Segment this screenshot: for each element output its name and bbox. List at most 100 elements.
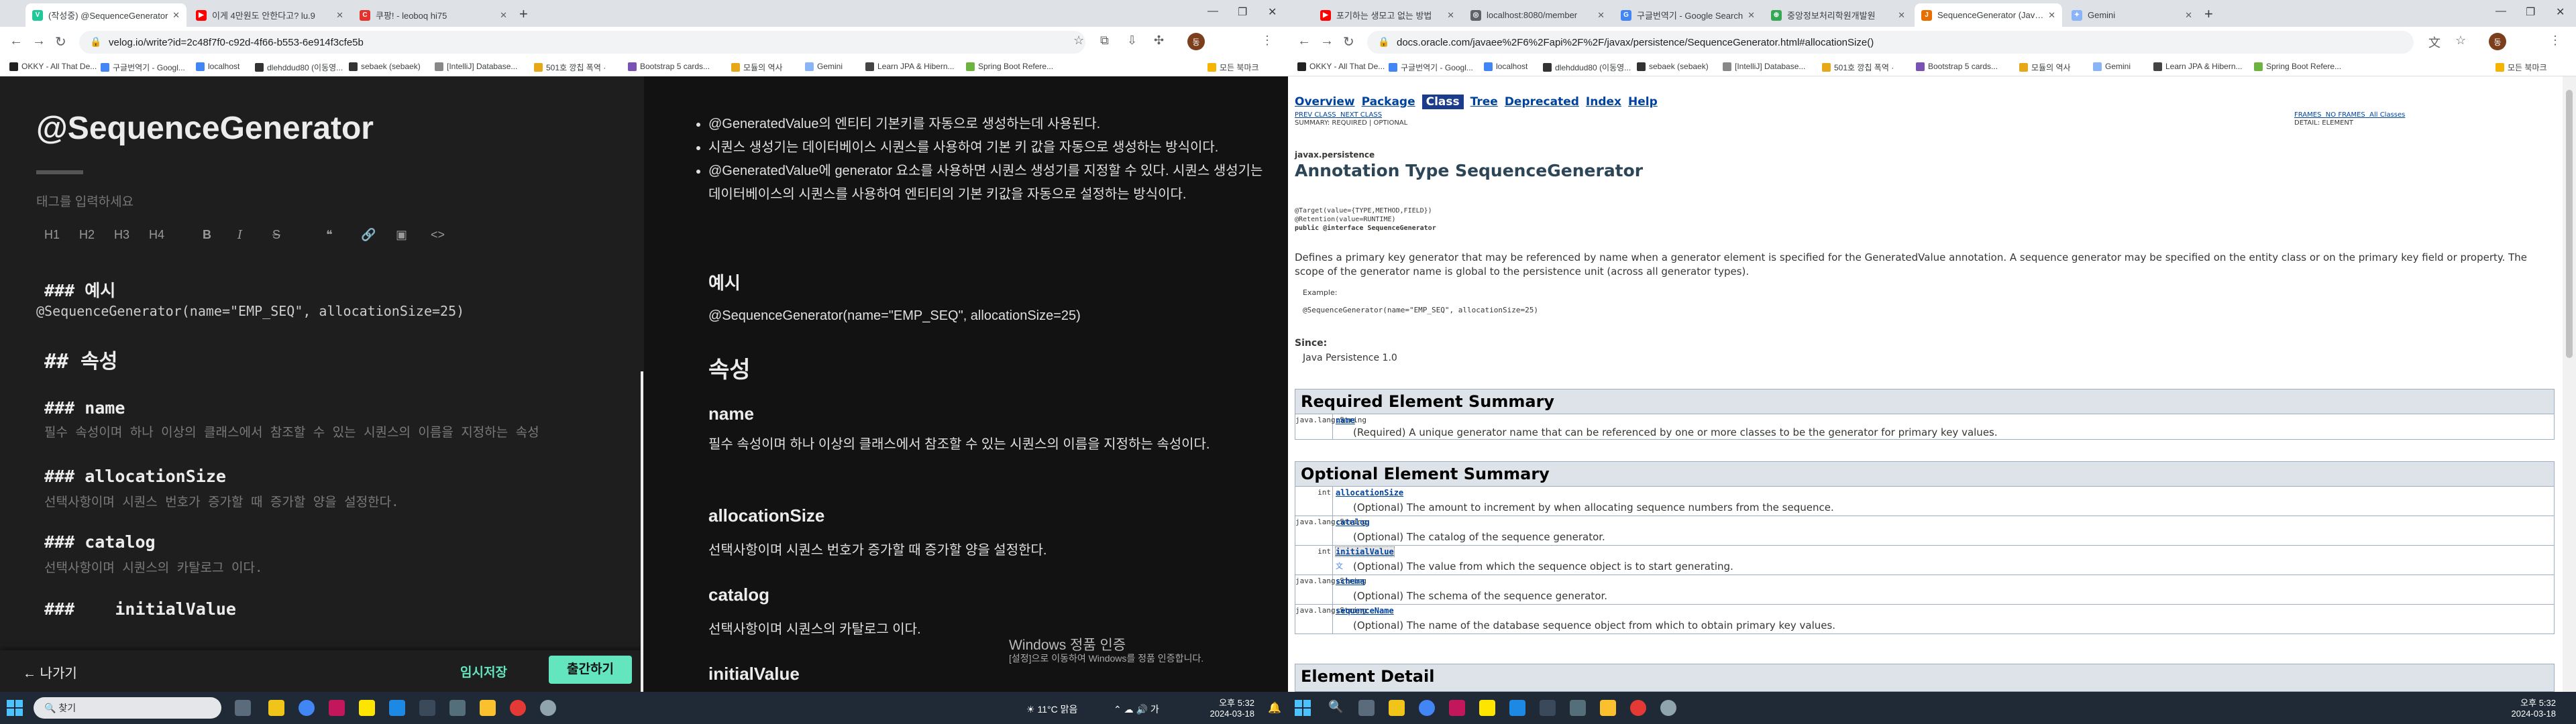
bookmark-item[interactable]: Gemini — [805, 62, 843, 71]
intellij-icon[interactable] — [1449, 700, 1465, 716]
back-icon[interactable]: ← — [1297, 34, 1311, 49]
post-title-input[interactable]: @SequenceGenerator — [36, 110, 374, 147]
kakaotalk-icon[interactable] — [359, 700, 375, 716]
extension-icon[interactable]: ⧉ — [1100, 34, 1109, 48]
frames-link[interactable]: FRAMES — [2294, 111, 2321, 119]
close-icon[interactable]: ✕ — [2185, 10, 2192, 21]
bookmark-item[interactable]: sebaek (sebaek) — [349, 62, 421, 71]
element-link[interactable]: catalog — [1336, 518, 1370, 527]
kakaotalk-icon[interactable] — [1479, 700, 1495, 716]
close-icon[interactable]: ✕ — [1748, 10, 1755, 21]
heading1-button[interactable]: H1 — [44, 228, 79, 242]
close-icon[interactable]: ✕ — [500, 10, 507, 21]
app-icon[interactable] — [1540, 700, 1556, 716]
tab[interactable]: G 구글번역기 - Google Search ✕ — [1614, 3, 1762, 27]
chrome-icon[interactable] — [299, 700, 315, 716]
notification-icon[interactable]: 🔔 — [1268, 701, 1281, 715]
heading4-button[interactable]: H4 — [149, 228, 203, 242]
element-link[interactable]: initialValue — [1335, 546, 1395, 557]
forward-icon[interactable]: → — [32, 34, 46, 49]
avatar[interactable]: 동 — [1187, 33, 1205, 50]
tab[interactable]: ▶ 포기하는 생모고 없는 방법 ✕ — [1313, 3, 1461, 27]
search-icon[interactable]: 🔍 — [1328, 700, 1343, 714]
bookmark-item[interactable]: Spring Boot Refere... — [966, 62, 1053, 71]
avatar[interactable]: 동 — [2489, 33, 2506, 50]
tab-velog[interactable]: V (작성중) @SequenceGenerator ✕ — [25, 3, 186, 27]
bookmark-item[interactable]: 모듈의 역사 — [2019, 62, 2071, 73]
star-icon[interactable]: ☆ — [2455, 34, 2466, 48]
new-tab-button[interactable]: + — [2204, 5, 2213, 23]
task-view-icon[interactable] — [1358, 700, 1375, 716]
link-button[interactable]: 🔗 — [361, 228, 396, 242]
app-icon[interactable] — [419, 700, 435, 716]
windows-start-icon[interactable] — [7, 700, 23, 716]
element-link[interactable]: name — [1336, 416, 1355, 425]
media-icon[interactable] — [510, 700, 526, 716]
menu-icon[interactable]: ⋮ — [1261, 34, 1273, 48]
nav-overview[interactable]: Overview — [1295, 95, 1355, 109]
bookmark-item[interactable]: 501호 깡칩 폭역 · — [534, 62, 606, 73]
close-icon[interactable]: ✕ — [1898, 10, 1905, 21]
bookmark-item[interactable]: 모듈의 역사 — [731, 62, 783, 73]
media-icon[interactable] — [1630, 700, 1646, 716]
app-icon[interactable] — [1570, 700, 1586, 716]
nav-help[interactable]: Help — [1628, 95, 1658, 109]
clock[interactable]: 오후 5:32 2024-03-18 — [1201, 696, 1255, 719]
translate-icon[interactable]: 文 — [2428, 34, 2440, 51]
address-bar[interactable]: 🔒 velog.io/write?id=2c48f7f0-c92d-4f66-b… — [79, 31, 1085, 54]
tray-icons[interactable]: ⌃ ☁ 🔊 가 — [1114, 703, 1159, 716]
next-class-link[interactable]: NEXT CLASS — [1340, 111, 1382, 119]
tab-coupang[interactable]: C 쿠팡! - leoboq hi75 ✕ — [353, 3, 514, 27]
page-scrollbar[interactable] — [2563, 76, 2576, 692]
weather-widget[interactable]: ☀ 11°C 맑음 — [1026, 703, 1077, 716]
app-icon[interactable] — [540, 700, 556, 716]
strikethrough-button[interactable]: S — [272, 228, 326, 242]
tab-youtube[interactable]: ▶ 이게 4만원도 안한다고? lu.9 ✕ — [189, 3, 350, 27]
bookmark-item[interactable]: Gemini — [2093, 62, 2131, 71]
bookmark-item[interactable]: dlehddud80 (이동영... — [1543, 62, 1631, 73]
new-tab-button[interactable]: + — [519, 5, 528, 23]
close-icon[interactable]: ✕ — [1447, 10, 1454, 21]
bookmark-item[interactable]: 501호 깡칩 폭역 · — [1822, 62, 1894, 73]
bookmark-item[interactable]: Bootstrap 5 cards... — [1916, 62, 1998, 71]
translate-popup-icon[interactable]: 文 — [1336, 560, 1343, 571]
italic-button[interactable]: I — [237, 228, 272, 242]
clock[interactable]: 오후 5:32 2024-03-18 — [2502, 696, 2557, 719]
download-icon[interactable]: ⇩ — [1127, 34, 1137, 48]
intellij-icon[interactable] — [329, 700, 345, 716]
all-classes-link[interactable]: All Classes — [2369, 111, 2405, 119]
bold-button[interactable]: B — [203, 228, 237, 242]
minimize-icon[interactable]: — — [2496, 5, 2506, 17]
summary-links[interactable]: SUMMARY: REQUIRED | OPTIONAL — [1295, 119, 1407, 127]
quote-button[interactable]: ❝ — [326, 228, 361, 242]
no-frames-link[interactable]: NO FRAMES — [2326, 111, 2365, 119]
all-bookmarks[interactable]: 모든 북마크 — [1208, 62, 1259, 73]
bookmark-item[interactable]: [IntelliJ] Database... — [435, 62, 517, 71]
element-link[interactable]: sequenceName — [1336, 606, 1394, 615]
codeblock-button[interactable]: <> — [431, 228, 466, 242]
bookmark-item[interactable]: OKKY - All That De... — [9, 62, 97, 71]
app-icon[interactable] — [480, 700, 496, 716]
bookmark-item[interactable]: 구글번역기 - Googl... — [1389, 62, 1473, 73]
maximize-icon[interactable]: ❐ — [2526, 5, 2535, 19]
bookmark-item[interactable]: sebaek (sebaek) — [1637, 62, 1709, 71]
image-button[interactable]: ▣ — [396, 228, 431, 242]
nav-package[interactable]: Package — [1362, 95, 1415, 109]
app-icon[interactable] — [449, 700, 466, 716]
app-icon[interactable] — [389, 700, 405, 716]
detail-links[interactable]: DETAIL: ELEMENT — [2294, 119, 2353, 127]
bookmark-item[interactable]: Spring Boot Refere... — [2254, 62, 2341, 71]
address-bar[interactable]: 🔒 docs.oracle.com/javaee%2F6%2Fapi%2F%2F… — [1367, 31, 2414, 54]
tag-input[interactable]: 태그를 입력하세요 — [36, 192, 133, 210]
taskbar-search[interactable]: 🔍 찾기 — [34, 697, 221, 719]
nav-index[interactable]: Index — [1586, 95, 1621, 109]
close-window-icon[interactable]: ✕ — [1268, 5, 1277, 19]
scrollbar-thumb[interactable] — [2566, 90, 2573, 358]
heading3-button[interactable]: H3 — [114, 228, 149, 242]
preview-scrollbar[interactable] — [641, 371, 643, 692]
heading2-button[interactable]: H2 — [79, 228, 114, 242]
bookmark-item[interactable]: Learn JPA & Hibern... — [865, 62, 955, 71]
publish-button[interactable]: 출간하기 — [549, 656, 632, 684]
app-icon[interactable] — [1600, 700, 1616, 716]
forward-icon[interactable]: → — [1320, 34, 1334, 49]
